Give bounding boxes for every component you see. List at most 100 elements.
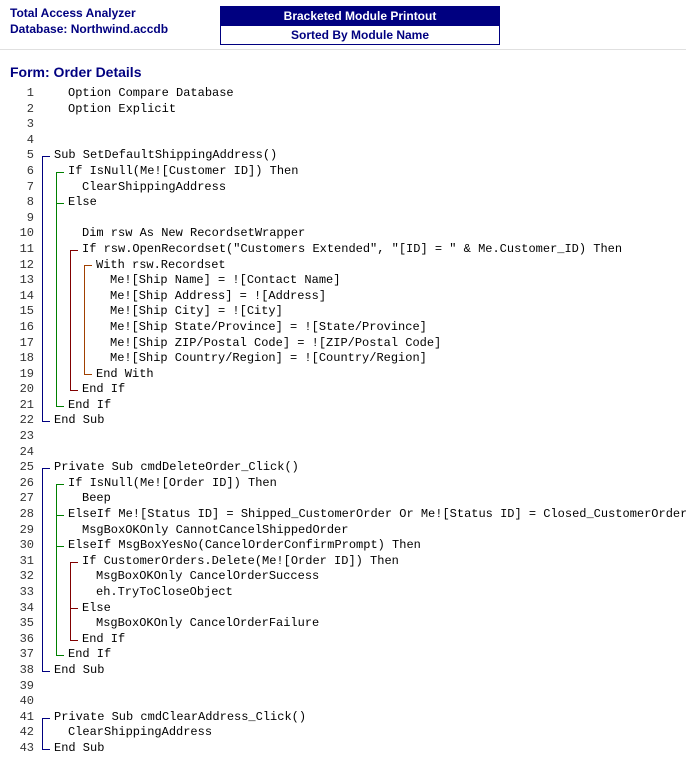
line-number: 37 — [10, 647, 38, 663]
header-right: Bracketed Module Printout Sorted By Modu… — [220, 6, 500, 45]
bracket-gutter — [38, 694, 108, 710]
code-text: Me![Ship Name] = ![Contact Name] — [108, 273, 340, 289]
code-line: 14 Me![Ship Address] = ![Address] — [10, 289, 686, 305]
code-line: 39 — [10, 679, 686, 695]
code-line: 27Beep — [10, 491, 686, 507]
line-number: 6 — [10, 164, 38, 180]
code-line: 7ClearShippingAddress — [10, 180, 686, 196]
code-line: 30ElseIf MsgBoxYesNo(CancelOrderConfirmP… — [10, 538, 686, 554]
line-number: 34 — [10, 601, 38, 617]
bracket-gutter — [38, 211, 108, 227]
code-text: MsgBoxOKOnly CancelOrderFailure — [94, 616, 319, 632]
code-line: 4 — [10, 133, 686, 149]
code-line: 42ClearShippingAddress — [10, 725, 686, 741]
bracket-gutter — [38, 102, 108, 118]
bracket-gutter — [38, 336, 108, 352]
bracket-gutter — [38, 741, 108, 757]
bracket-gutter — [38, 226, 108, 242]
bracket-gutter — [38, 320, 108, 336]
bracket-gutter — [38, 679, 108, 695]
code-line: 37End If — [10, 647, 686, 663]
bracket-gutter — [38, 382, 108, 398]
bracket-gutter — [38, 398, 108, 414]
bracket-gutter — [38, 148, 108, 164]
line-number: 21 — [10, 398, 38, 414]
line-number: 43 — [10, 741, 38, 757]
line-number: 23 — [10, 429, 38, 445]
code-line: 40 — [10, 694, 686, 710]
line-number: 27 — [10, 491, 38, 507]
code-line: 31If CustomerOrders.Delete(Me![Order ID]… — [10, 554, 686, 570]
code-text: If rsw.OpenRecordset("Customers Extended… — [80, 242, 622, 258]
code-line: 21End If — [10, 398, 686, 414]
line-number: 20 — [10, 382, 38, 398]
line-number: 14 — [10, 289, 38, 305]
bracket-gutter — [38, 585, 108, 601]
line-number: 28 — [10, 507, 38, 523]
code-line: 5Sub SetDefaultShippingAddress() — [10, 148, 686, 164]
code-line: 19End With — [10, 367, 686, 383]
line-number: 18 — [10, 351, 38, 367]
bracket-gutter — [38, 460, 108, 476]
code-line: 6If IsNull(Me![Customer ID]) Then — [10, 164, 686, 180]
line-number: 8 — [10, 195, 38, 211]
line-number: 13 — [10, 273, 38, 289]
bracket-gutter — [38, 304, 108, 320]
code-line: 18 Me![Ship Country/Region] = ![Country/R… — [10, 351, 686, 367]
bracket-gutter — [38, 413, 108, 429]
line-number: 15 — [10, 304, 38, 320]
code-line: 24 — [10, 445, 686, 461]
code-line: 29MsgBoxOKOnly CannotCancelShippedOrder — [10, 523, 686, 539]
bracket-gutter — [38, 491, 108, 507]
code-text: Dim rsw As New RecordsetWrapper — [80, 226, 305, 242]
bracket-gutter — [38, 647, 108, 663]
code-text: With rsw.Recordset — [94, 258, 226, 274]
bracket-gutter — [38, 710, 108, 726]
bracket-gutter — [38, 289, 108, 305]
code-line: 43End Sub — [10, 741, 686, 757]
code-line: 11If rsw.OpenRecordset("Customers Extend… — [10, 242, 686, 258]
code-text: Me![Ship City] = ![City] — [108, 304, 283, 320]
line-number: 7 — [10, 180, 38, 196]
line-number: 33 — [10, 585, 38, 601]
line-number: 25 — [10, 460, 38, 476]
report-subtitle: Sorted By Module Name — [220, 26, 500, 45]
bracket-gutter — [38, 476, 108, 492]
code-line: 28ElseIf Me![Status ID] = Shipped_Custom… — [10, 507, 686, 523]
code-line: 2Option Explicit — [10, 102, 686, 118]
line-number: 17 — [10, 336, 38, 352]
code-line: 23 — [10, 429, 686, 445]
code-line: 22End Sub — [10, 413, 686, 429]
bracket-gutter — [38, 429, 108, 445]
bracket-gutter — [38, 616, 108, 632]
database-name: Database: Northwind.accdb — [10, 22, 210, 38]
bracket-gutter — [38, 538, 108, 554]
code-line: 20End If — [10, 382, 686, 398]
line-number: 24 — [10, 445, 38, 461]
line-number: 3 — [10, 117, 38, 133]
code-line: 26If IsNull(Me![Order ID]) Then — [10, 476, 686, 492]
line-number: 12 — [10, 258, 38, 274]
bracket-gutter — [38, 569, 108, 585]
code-line: 32MsgBoxOKOnly CancelOrderSuccess — [10, 569, 686, 585]
line-number: 39 — [10, 679, 38, 695]
section-title: Form: Order Details — [0, 50, 686, 86]
analyzer-name: Total Access Analyzer — [10, 6, 210, 22]
line-number: 31 — [10, 554, 38, 570]
code-text: Me![Ship Country/Region] = ![Country/Reg… — [108, 351, 427, 367]
line-number: 40 — [10, 694, 38, 710]
line-number: 9 — [10, 211, 38, 227]
code-line: 41Private Sub cmdClearAddress_Click() — [10, 710, 686, 726]
line-number: 41 — [10, 710, 38, 726]
code-line: 38End Sub — [10, 663, 686, 679]
bracket-gutter — [38, 273, 108, 289]
line-number: 36 — [10, 632, 38, 648]
code-text: Me![Ship Address] = ![Address] — [108, 289, 326, 305]
code-line: 12 With rsw.Recordset — [10, 258, 686, 274]
bracket-gutter — [38, 507, 108, 523]
code-text: MsgBoxOKOnly CannotCancelShippedOrder — [80, 523, 348, 539]
report-header: Total Access Analyzer Database: Northwin… — [0, 0, 686, 50]
code-text: Me![Ship State/Province] = ![State/Provi… — [108, 320, 427, 336]
code-listing: 1Option Compare Database2Option Explicit… — [0, 86, 686, 757]
bracket-gutter — [38, 725, 108, 741]
